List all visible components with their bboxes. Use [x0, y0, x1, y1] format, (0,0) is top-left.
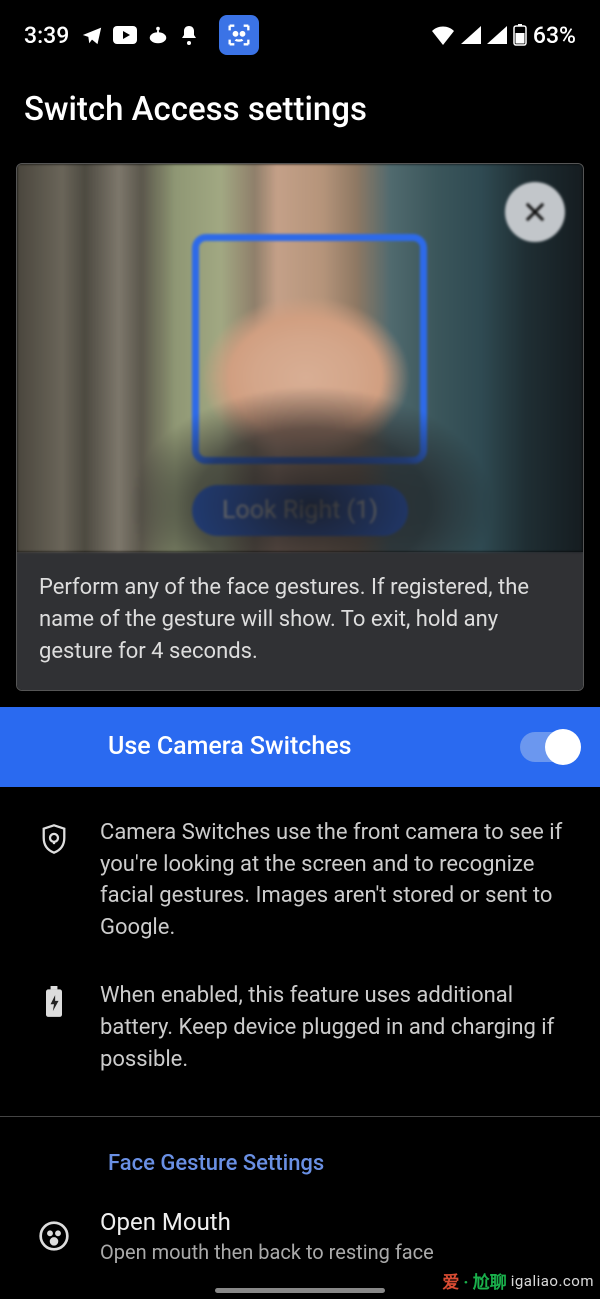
battery-percentage: 63% [533, 22, 576, 49]
close-button[interactable] [505, 182, 565, 242]
face-gesture-section-header: Face Gesture Settings [0, 1117, 600, 1200]
close-icon [521, 198, 549, 226]
battery-icon [513, 24, 527, 46]
face-app-icon [219, 15, 259, 55]
open-mouth-icon [38, 1220, 70, 1252]
status-bar-left: 3:39 [24, 15, 259, 55]
notification-icons [81, 15, 259, 55]
battery-info-text: When enabled, this feature uses addition… [100, 980, 568, 1076]
face-detection-box [192, 234, 427, 464]
privacy-info-text: Camera Switches use the front camera to … [100, 817, 568, 945]
page-title: Switch Access settings [0, 62, 600, 163]
signal-icon-2 [487, 26, 507, 44]
telegram-icon [81, 24, 103, 46]
status-bar: 3:39 63% [0, 0, 600, 62]
camera-preview: Look Right (1) [17, 164, 583, 552]
switch-thumb [545, 729, 581, 765]
shield-icon [40, 823, 68, 855]
setting-title: Open Mouth [100, 1208, 434, 1236]
wifi-icon [431, 25, 455, 45]
camera-preview-card: Look Right (1) Perform any of the face g… [16, 163, 584, 691]
use-camera-switches-row[interactable]: Use Camera Switches [0, 707, 600, 787]
signal-icon-1 [461, 26, 481, 44]
watermark: 爱 · 尬聊 igaliao.com [442, 1268, 594, 1293]
instruction-text: Perform any of the face gestures. If reg… [17, 552, 583, 690]
nav-home-indicator[interactable] [215, 1288, 385, 1293]
reddit-icon [147, 24, 169, 46]
youtube-icon [113, 26, 137, 44]
setting-subtitle: Open mouth then back to resting face [100, 1240, 434, 1264]
camera-switches-toggle[interactable] [520, 732, 578, 762]
status-bar-right: 63% [431, 22, 576, 49]
privacy-info-row: Camera Switches use the front camera to … [0, 787, 600, 957]
toggle-label: Use Camera Switches [108, 732, 351, 761]
notification-icon [179, 24, 199, 46]
battery-info-row: When enabled, this feature uses addition… [0, 956, 600, 1088]
setting-open-mouth[interactable]: Open Mouth Open mouth then back to resti… [0, 1200, 600, 1264]
battery-charging-icon [44, 986, 64, 1018]
detected-gesture-pill: Look Right (1) [192, 485, 408, 536]
clock: 3:39 [24, 22, 69, 49]
